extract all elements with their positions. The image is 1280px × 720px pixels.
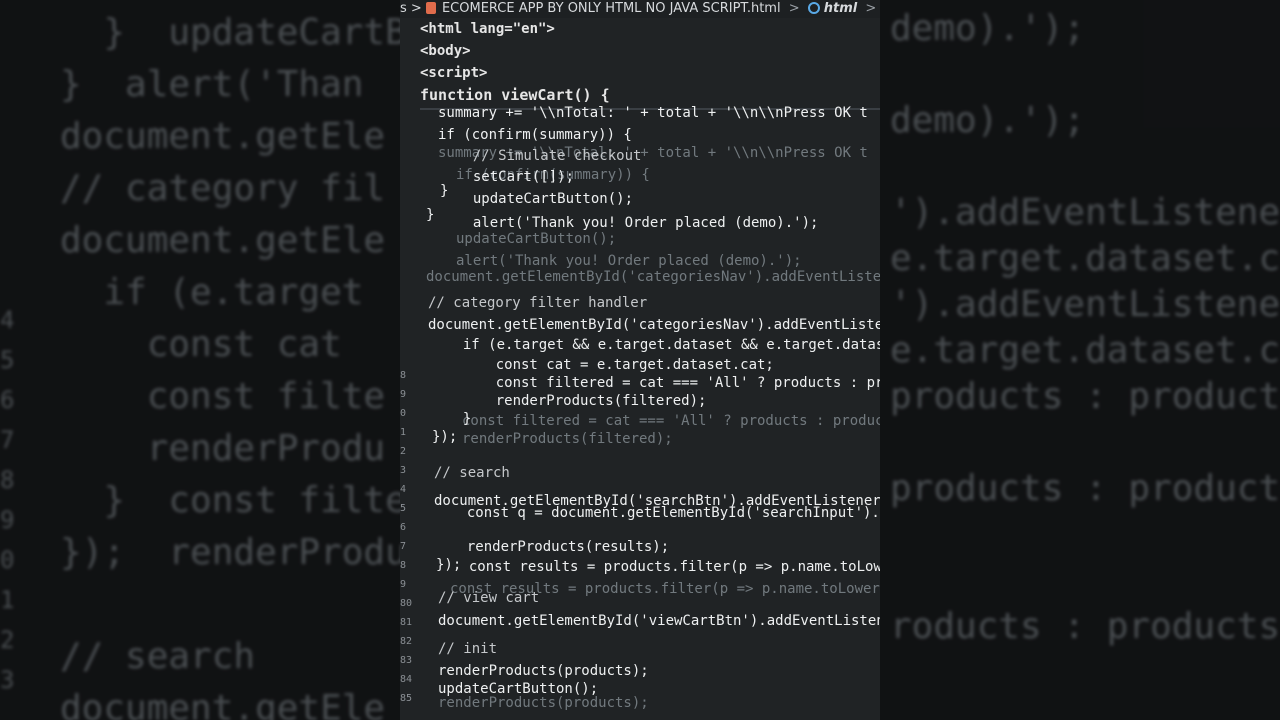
breadcrumb-tail: > (865, 1, 877, 16)
line-number: 81 (400, 617, 413, 628)
code-line[interactable]: updateCartButton(); (438, 680, 598, 698)
code-line[interactable]: renderProducts(results); (450, 538, 669, 556)
line-number: 9 (400, 579, 407, 590)
line-number: 80 (400, 598, 413, 609)
ghost-code-line: const filtered = cat === 'All' ? product… (462, 413, 880, 429)
code-line[interactable]: summary += '\\nTotal: ' + total + '\\n\\… (438, 104, 868, 122)
html-tag-icon (807, 2, 820, 14)
code-line[interactable]: const q = document.getElementById('searc… (450, 504, 880, 522)
code-line[interactable]: renderProducts(products); (438, 662, 649, 680)
sticky-line: <script> (420, 65, 488, 81)
code-line[interactable]: renderProducts(filtered); (462, 392, 707, 410)
right-dim-overlay (880, 0, 1280, 720)
code-editor[interactable]: s > ECOMERCE APP BY ONLY HTML NO JAVA SC… (400, 0, 880, 720)
code-line[interactable]: } (426, 206, 434, 224)
code-line[interactable]: // init (438, 640, 497, 658)
line-number: 7 (400, 541, 407, 552)
code-line[interactable]: // Simulate checkout (456, 147, 642, 165)
line-number: 0 (400, 408, 407, 419)
sticky-line: <html lang="en"> (420, 21, 555, 37)
breadcrumb-node[interactable]: html (824, 0, 857, 18)
breadcrumb-separator: > (788, 1, 800, 16)
code-line[interactable]: }); (432, 428, 457, 446)
right-background-panel: demo).'); demo).'); ').addEventListene e.ta… (880, 0, 1280, 720)
left-background-panel: } updateCartB} alert('Than document.getEl… (0, 0, 400, 720)
ghost-code-line: document.getElementById('categoriesNav')… (426, 269, 880, 285)
code-line[interactable]: }); (436, 556, 461, 574)
breadcrumb: s > ECOMERCE APP BY ONLY HTML NO JAVA SC… (400, 0, 880, 18)
line-number: 9 (400, 389, 407, 400)
line-number: 83 (400, 655, 413, 666)
code-line[interactable]: document.getElementById('categoriesNav')… (428, 316, 880, 334)
line-number: 1 (400, 427, 407, 438)
code-line[interactable]: // view cart (438, 589, 539, 607)
ghost-code-line: renderProducts(filtered); (462, 431, 673, 447)
code-line[interactable]: updateCartButton(); (456, 190, 633, 208)
code-line[interactable]: // search (434, 464, 510, 482)
code-line[interactable]: if (confirm(summary)) { (438, 126, 632, 144)
code-line[interactable]: if (e.target && e.target.dataset && e.ta… (446, 336, 880, 354)
html-file-icon (425, 2, 436, 14)
line-number: 2 (400, 446, 407, 457)
code-line[interactable]: const cat = e.target.dataset.cat; (462, 356, 774, 374)
sticky-line: <body> (420, 43, 471, 59)
line-number-gutter: 8 9 0 1 2 3 4 5 6 7 8 9 80 81 82 83 84 85 (400, 18, 413, 720)
code-line[interactable]: } (446, 410, 471, 428)
breadcrumb-prefix[interactable]: s > (400, 0, 422, 18)
code-line[interactable]: const filtered = cat === 'All' ? product… (462, 374, 880, 392)
code-line[interactable]: // category filter handler (428, 294, 647, 312)
line-number: 84 (400, 674, 413, 685)
code-line[interactable]: const results = products.filter(p => p.n… (452, 558, 880, 576)
line-number: 5 (400, 503, 407, 514)
ghost-code-line: updateCartButton(); (456, 231, 617, 247)
code-line[interactable]: } (440, 182, 448, 200)
code-line[interactable]: alert('Thank you! Order placed (demo).')… (456, 214, 819, 232)
code-line[interactable]: document.getElementById('viewCartBtn').a… (438, 612, 880, 630)
left-dim-overlay (0, 0, 400, 720)
line-number: 8 (400, 370, 407, 381)
line-number: 8 (400, 560, 407, 571)
line-number: 85 (400, 693, 413, 704)
breadcrumb-file[interactable]: ECOMERCE APP BY ONLY HTML NO JAVA SCRIPT… (442, 0, 781, 18)
sticky-line: function viewCart() { (420, 86, 610, 104)
line-number: 3 (400, 465, 407, 476)
code-line[interactable]: setCart([]); (456, 168, 574, 186)
line-number: 4 (400, 484, 407, 495)
line-number: 6 (400, 522, 407, 533)
line-number: 82 (400, 636, 413, 647)
